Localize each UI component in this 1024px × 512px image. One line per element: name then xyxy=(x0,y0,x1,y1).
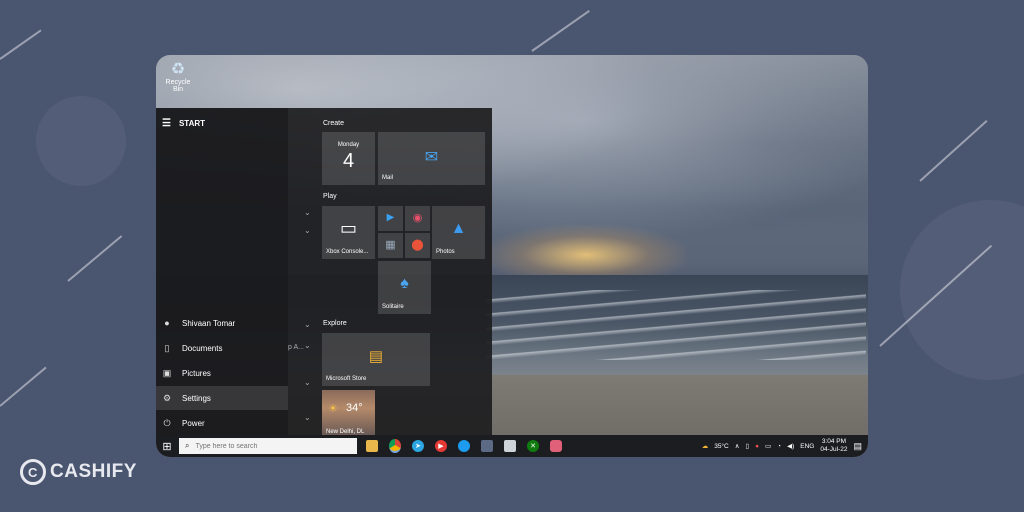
youtube-music-icon[interactable]: ▶ xyxy=(435,440,447,452)
rail-item-power[interactable]: ⏻ Power xyxy=(156,411,288,435)
calculator-tile[interactable]: ▦ xyxy=(378,233,403,258)
start-header[interactable]: ☰ START xyxy=(162,118,205,129)
language-indicator[interactable]: ENG xyxy=(800,443,814,450)
rail-item-user[interactable]: ● Shivaan Tomar xyxy=(156,311,288,335)
document-icon: ▯ xyxy=(164,342,170,353)
start-header-label: START xyxy=(178,119,206,128)
cashify-logo-icon: C xyxy=(20,459,46,485)
battery-icon[interactable]: ▭ xyxy=(765,442,771,450)
app-list: ⌄ ⌄ ⌄ p A... ⌄ ⌄ ⌄ xyxy=(288,108,311,435)
rail-item-documents[interactable]: ▯ Documents xyxy=(156,336,288,360)
calendar-tile[interactable]: Monday 4 xyxy=(322,132,375,185)
windows-start-icon[interactable]: ⊞ xyxy=(156,440,178,453)
clock-time: 3:04 PM xyxy=(821,438,847,445)
xbox-tile-label: Xbox Console... xyxy=(326,249,369,255)
file-explorer-icon[interactable] xyxy=(366,440,378,452)
store-bag-icon: ▤ xyxy=(368,348,384,365)
search-icon: ⌕ xyxy=(185,441,190,450)
pinned-apps: ➤ ▶ ✕ xyxy=(366,435,562,457)
gear-icon: ⚙ xyxy=(162,392,172,403)
rail-item-label: Settings xyxy=(182,393,211,403)
recycle-bin[interactable]: ♻ Recycle Bin xyxy=(160,61,196,93)
chevron-up-icon[interactable]: ∧ xyxy=(735,442,740,450)
volume-icon[interactable]: ◀) xyxy=(787,442,794,450)
rail-item-label: Documents xyxy=(182,343,223,353)
recycle-bin-icon: ♻ xyxy=(170,61,186,78)
photos-icon: ▲ xyxy=(450,220,467,237)
maps-tile[interactable]: ⬤ xyxy=(405,233,430,258)
mail-icon: ✉ xyxy=(424,149,439,166)
map-pin-icon: ⬤ xyxy=(411,239,424,251)
clock-date: 04-Jul-22 xyxy=(820,446,848,453)
xbox-tile[interactable]: ▭ Xbox Console... xyxy=(322,206,375,259)
recycle-bin-label: Recycle Bin xyxy=(165,79,191,93)
hamburger-icon[interactable]: ☰ xyxy=(162,118,171,129)
photos-tile[interactable]: ▲ Photos xyxy=(432,206,485,259)
desktop-screen: ♻ Recycle Bin ☰ START ● Shivaan Tomar ▯ … xyxy=(156,55,868,457)
group-play: Play xyxy=(323,193,337,200)
group-explore: Explore xyxy=(323,320,347,327)
movies-icon: ▶ xyxy=(386,212,395,223)
rail-item-label: Power xyxy=(182,418,205,428)
chevron-down-icon[interactable]: ⌄ xyxy=(304,378,311,387)
rail-item-label: Shivaan Tomar xyxy=(182,318,236,328)
chevron-down-icon[interactable]: ⌄ xyxy=(304,341,311,350)
solitaire-tile[interactable]: ♠ Solitaire xyxy=(378,261,431,314)
calculator-icon: ▦ xyxy=(385,239,396,251)
taskbar-search[interactable]: ⌕ xyxy=(179,438,357,454)
mail-tile-label: Mail xyxy=(382,175,394,181)
rail-item-settings[interactable]: ⚙ Settings xyxy=(156,386,288,410)
solitaire-icon: ♠ xyxy=(400,275,409,292)
xbox-console-icon: ▭ xyxy=(339,218,357,238)
notifications-icon[interactable]: ▤ xyxy=(853,441,862,452)
power-icon: ⏻ xyxy=(163,417,171,428)
weather-tile[interactable]: ☀ 34° New Delhi, DL xyxy=(322,390,375,435)
brand-name: CASHIFY xyxy=(50,461,137,482)
groove-music-icon: ◉ xyxy=(412,212,423,224)
partly-sunny-icon: ☀ xyxy=(328,403,338,415)
telegram-icon[interactable]: ➤ xyxy=(412,440,424,452)
chevron-down-icon[interactable]: ⌄ xyxy=(304,208,311,217)
taskbar: ⊞ ⌕ ➤ ▶ ✕ ☁ 35°C ∧ ▯ ● ▭ ◔ ◀) ENG xyxy=(156,435,868,457)
chevron-down-icon[interactable]: ⌄ xyxy=(304,320,311,329)
store-tile-label: Microsoft Store xyxy=(326,376,367,382)
calendar-date: 4 xyxy=(342,150,355,172)
eraser-icon[interactable] xyxy=(504,440,516,452)
picture-icon: ▣ xyxy=(162,367,172,378)
shield-icon[interactable]: ● xyxy=(755,443,759,450)
search-input[interactable] xyxy=(195,442,346,450)
wifi-icon[interactable]: ◔ xyxy=(777,443,781,450)
chrome-icon[interactable] xyxy=(389,439,401,453)
wallpaper-waves xyxy=(486,290,866,360)
cashify-watermark: C CASHIFY xyxy=(20,459,137,485)
snip-icon[interactable] xyxy=(550,440,562,452)
start-rail: ☰ START ● Shivaan Tomar ▯ Documents ▣ Pi… xyxy=(156,108,288,435)
rail-item-label: Pictures xyxy=(182,368,211,378)
groove-tile[interactable]: ◉ xyxy=(405,206,430,231)
weather-tray-icon[interactable]: ☁ xyxy=(702,442,709,450)
movies-tile[interactable]: ▶ xyxy=(378,206,403,231)
system-tray: ☁ 35°C ∧ ▯ ● ▭ ◔ ◀) ENG 3:04 PM 04-Jul-2… xyxy=(702,435,862,457)
start-menu: ☰ START ● Shivaan Tomar ▯ Documents ▣ Pi… xyxy=(156,108,492,435)
camera-icon[interactable] xyxy=(481,440,493,452)
solitaire-tile-label: Solitaire xyxy=(382,304,404,310)
meet-icon[interactable]: ▯ xyxy=(746,442,750,450)
photos-tile-label: Photos xyxy=(436,249,455,255)
weather-tray-temp[interactable]: 35°C xyxy=(714,443,729,450)
xbox-icon[interactable]: ✕ xyxy=(527,440,539,452)
rail-item-pictures[interactable]: ▣ Pictures xyxy=(156,361,288,385)
microsoft-store-tile[interactable]: ▤ Microsoft Store xyxy=(322,333,430,386)
calendar-day: Monday xyxy=(337,142,360,148)
chevron-down-icon[interactable]: ⌄ xyxy=(304,413,311,422)
user-avatar-icon: ● xyxy=(164,318,170,328)
group-create: Create xyxy=(323,120,345,127)
clock[interactable]: 3:04 PM 04-Jul-22 xyxy=(820,438,847,454)
app-list-fragment[interactable]: p A... xyxy=(288,344,304,351)
weather-temperature: 34° xyxy=(346,402,363,414)
mail-tile[interactable]: ✉ Mail xyxy=(378,132,485,185)
twitter-icon[interactable] xyxy=(458,440,470,452)
chevron-down-icon[interactable]: ⌄ xyxy=(304,226,311,235)
